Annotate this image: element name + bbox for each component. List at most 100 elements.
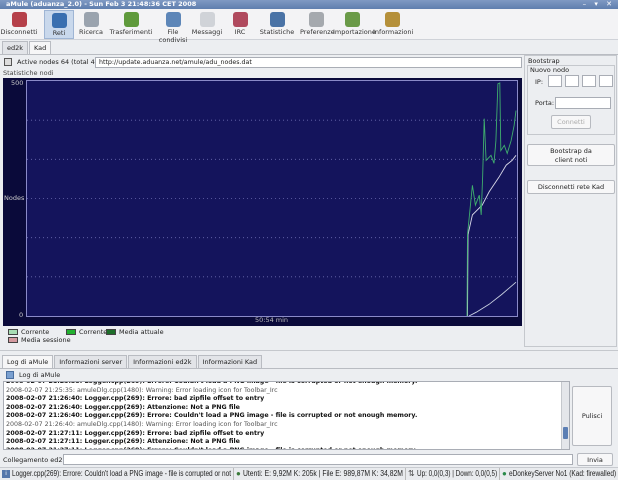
toolbar: Disconnetti Reti Ricerca Trasferimenti File … (0, 9, 618, 44)
magnifier-icon (83, 12, 99, 27)
splitter[interactable] (0, 350, 618, 351)
legend-swatch (8, 337, 18, 343)
status-message: i Logger.cpp(269): Errore: Couldn't load … (0, 468, 234, 480)
users-icon: ● (236, 469, 241, 478)
import-icon (344, 12, 360, 27)
bootstrap-known-clients-button[interactable]: Bootstrap da client noti (527, 144, 615, 166)
toolbar-button-label: Reti (52, 29, 66, 37)
log-title: Log di aMule (19, 371, 61, 379)
toolbar-button-ricerca[interactable]: Ricerca (77, 10, 105, 39)
legend-swatch (8, 329, 18, 335)
legend-item: Corrente (8, 328, 49, 336)
ip-octet-4-input[interactable] (599, 75, 613, 87)
toolbar-button-label: IRC (234, 28, 246, 36)
status-speed-text: Up: 0,0(0,3) | Down: 0,0(0,5) (416, 469, 497, 478)
series-line-media-sessione (467, 155, 517, 316)
disconnect-kad-button[interactable]: Disconnetti rete Kad (527, 180, 615, 194)
ip-label: IP: (535, 78, 544, 86)
status-server: ● eDonkeyServer No1 (Kad: firewalled) (500, 468, 618, 480)
tab-amule-log[interactable]: Log di aMule (2, 355, 54, 368)
toolbar-button-label: Statistiche (259, 28, 295, 36)
new-node-group: Nuovo nodo IP: Porta: Connetti (527, 65, 615, 135)
legend-swatch (106, 329, 116, 335)
legend-swatch (66, 329, 76, 335)
toolbar-button-irc[interactable]: IRC (226, 10, 254, 39)
active-nodes-label: Active nodes 64 (total 496) (17, 58, 106, 66)
tab-kad-info[interactable]: Informazioni Kad (197, 355, 263, 368)
log-line: 2008-02-07 21:26:40: Logger.cpp(269): Er… (6, 395, 265, 403)
ed2k-link-input[interactable] (63, 454, 573, 465)
toolbar-button-label: Messaggi (191, 28, 223, 36)
tab-server-info[interactable]: Informazioni server (54, 355, 128, 368)
y-tick-min: 0 (19, 311, 24, 319)
plot-area (26, 80, 518, 317)
series-line-media-attuale (468, 281, 517, 316)
server-connected-icon: ● (502, 469, 507, 478)
log-line: 2008-02-07 21:26:40: Logger.cpp(269): At… (6, 403, 240, 411)
log-line: 2008-02-07 21:25:35: amuleDlg.cpp(1480):… (6, 386, 278, 394)
folder-icon (165, 12, 181, 27)
log-line: 2008-02-07 21:26:40: amuleDlg.cpp(1480):… (6, 420, 278, 428)
scrollbar-thumb[interactable] (563, 427, 568, 439)
clear-log-button[interactable]: Pulisci (572, 386, 612, 446)
legend-label: Corrente (21, 328, 50, 336)
toolbar-button-informazioni[interactable]: Informazioni (373, 10, 414, 39)
status-users-text: Utenti: E: 9,92M K: 205k | File E: 989,8… (242, 469, 403, 478)
toolbar-button-preferenze[interactable]: Preferenze (300, 10, 335, 39)
toolbar-button-label: Informazioni (373, 28, 414, 36)
status-server-text: eDonkeyServer No1 (Kad: firewalled) (508, 469, 616, 478)
series-line-corrente (466, 82, 517, 316)
toolbar-button-label: Ricerca (79, 28, 103, 36)
toolbar-button-label: Disconnetti (0, 28, 38, 36)
ip-octet-2-input[interactable] (565, 75, 579, 87)
tab-ed2k-info[interactable]: Informazioni ed2k (128, 355, 197, 368)
connect-button[interactable]: Connetti (551, 115, 591, 129)
window-title-bar: aMule (aduanza_2.0) - Sun Feb 3 21:48:36… (0, 0, 618, 9)
ip-octet-1-input[interactable] (548, 75, 562, 87)
window-controls[interactable]: – ▾ ✕ (583, 0, 615, 9)
toolbar-button-label: Importazione (333, 28, 376, 36)
window-title: aMule (aduanza_2.0) - Sun Feb 3 21:48:36… (6, 0, 197, 8)
log-scrollbar[interactable] (561, 382, 569, 449)
status-users: ● Utenti: E: 9,92M K: 205k | File E: 989,… (234, 468, 406, 480)
network-tabs: ed2k Kad (2, 41, 52, 54)
ip-octet-3-input[interactable] (582, 75, 596, 87)
divider (0, 368, 618, 369)
info-icon: i (2, 470, 10, 478)
plot-svg (27, 82, 517, 316)
log-lines: 2008-02-07 21:25:35: Logger.cpp(269): Er… (4, 382, 569, 449)
nodes-icon (4, 58, 12, 66)
toolbar-button-statistiche[interactable]: Statistiche (258, 10, 296, 39)
status-speed: ⇅ Up: 0,0(0,3) | Down: 0,0(0,5) (406, 468, 500, 480)
statistics-icon (269, 12, 285, 27)
status-bar: i Logger.cpp(269): Errore: Couldn't load … (0, 467, 618, 480)
globe-icon (51, 13, 67, 28)
button-label: Bootstrap da (550, 147, 592, 155)
toolbar-button-reti[interactable]: Reti (44, 10, 74, 39)
preferences-icon (308, 12, 324, 27)
toolbar-button-label: Preferenze (300, 28, 335, 36)
kad-nodes-chart: 500 0 Nodes 50:54 min (3, 78, 522, 326)
legend-label: Media attuale (119, 328, 164, 336)
stats-label: Statistiche nodi (3, 69, 54, 77)
legend-label: Corrente (79, 328, 108, 336)
toolbar-button-file-condivisi[interactable]: File condivisi (158, 10, 188, 44)
legend-label: Media sessione (21, 336, 71, 344)
ed2k-link-label: Collegamento ed2k: (3, 456, 69, 464)
toolbar-button-trasferimenti[interactable]: Trasferimenti (108, 10, 154, 39)
port-label: Porta: (535, 99, 555, 107)
toolbar-button-messaggi[interactable]: Messaggi (190, 10, 224, 39)
status-message-text: Logger.cpp(269): Errore: Couldn't load a… (12, 469, 232, 478)
toolbar-button-disconnetti[interactable]: Disconnetti (0, 10, 38, 39)
send-link-button[interactable]: Invia (577, 453, 613, 466)
x-axis-label: 50:54 min (255, 316, 289, 324)
port-input[interactable] (555, 97, 611, 109)
new-node-label: Nuovo nodo (530, 66, 570, 74)
toolbar-button-label: File condivisi (158, 28, 188, 44)
toolbar-button-importazione[interactable]: Importazione (333, 10, 376, 39)
tab-kad[interactable]: Kad (29, 41, 52, 54)
nodes-url-input[interactable]: http://update.aduanza.net/amule/adu_node… (95, 57, 522, 68)
log-textarea[interactable]: 2008-02-07 21:25:35: Logger.cpp(269): Er… (3, 381, 570, 450)
bootstrap-title: Bootstrap (528, 57, 560, 65)
tab-ed2k[interactable]: ed2k (2, 41, 29, 54)
